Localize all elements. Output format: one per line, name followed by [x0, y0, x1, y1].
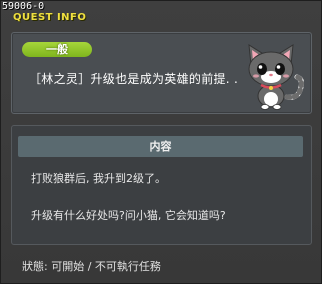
quest-summary-panel: 一般 ［林之灵］升级也是成为英雄的前提. . — [11, 32, 312, 114]
content-line: 打败狼群后, 我升到2级了。 — [31, 172, 166, 185]
quest-info-window: 59006-0 QUEST INFO 一般 ［林之灵］升级也是成为英雄的前提. … — [0, 0, 322, 284]
quest-content-panel: 内容 打败狼群后, 我升到2级了。 升级有什么好处吗?问小猫, 它会知道吗? — [11, 125, 312, 245]
quest-status: 狀態: 可開始 / 不可執行任務 — [22, 260, 161, 273]
quest-name: ［林之灵］升级也是成为英雄的前提. . — [29, 72, 239, 86]
quest-id-label: 59006-0 — [2, 1, 45, 12]
window-title: QUEST INFO — [13, 12, 87, 23]
gray-cat-npc-icon — [248, 44, 304, 110]
quest-category-badge: 一般 — [22, 42, 92, 57]
content-line: 升级有什么好处吗?问小猫, 它会知道吗? — [31, 209, 226, 222]
content-header: 内容 — [18, 136, 303, 157]
